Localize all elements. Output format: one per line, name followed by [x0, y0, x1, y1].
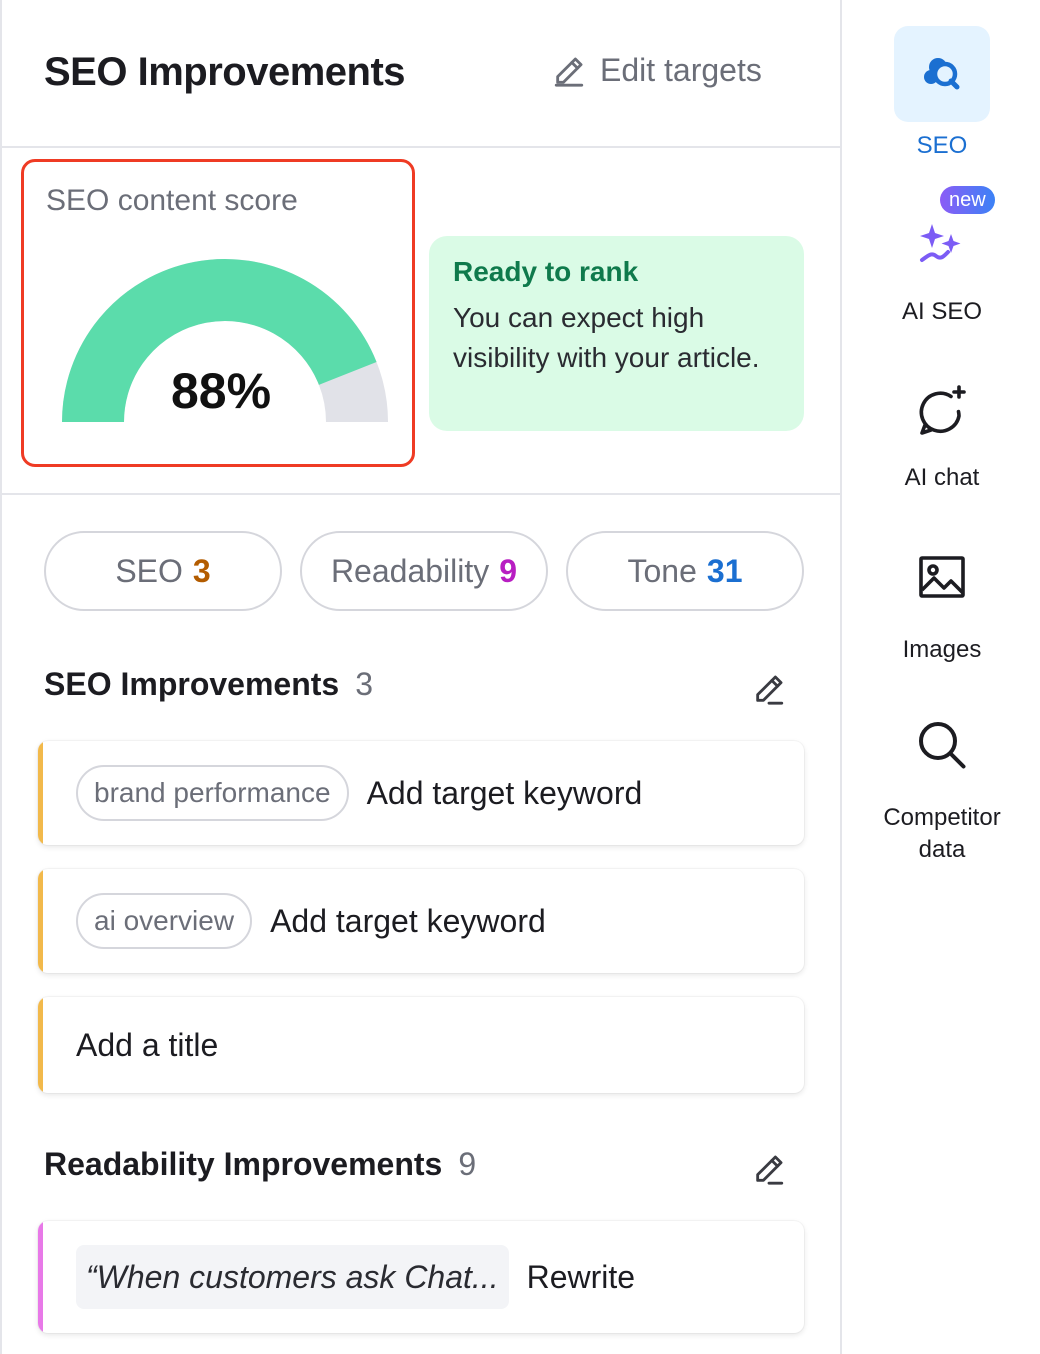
edit-targets-label: Edit targets [600, 52, 762, 88]
score-label: SEO content score [46, 184, 298, 217]
rank-text: You can expect high visibility with your… [453, 302, 760, 373]
sidebar-label: AI chat [904, 464, 980, 491]
chat-icon [919, 385, 966, 435]
section-title: Readability Improvements [44, 1146, 443, 1182]
sidebar-label: AI SEO [901, 298, 983, 325]
seo-improvement-item[interactable]: brand performance Add target keyword [38, 741, 804, 845]
section-title: SEO Improvements [44, 666, 340, 702]
tab-label: Readability [330, 552, 490, 589]
seo-improvement-item[interactable]: ai overview Add target keyword [38, 869, 804, 973]
readability-improvement-item[interactable]: “When customers ask Chat... Rewrite [38, 1221, 804, 1333]
keyword-tag: ai overview [76, 893, 253, 949]
section-count: 9 [458, 1146, 477, 1182]
ready-to-rank-card: Ready to rank You can expect high visibi… [429, 236, 804, 431]
tab-label: SEO [115, 552, 183, 589]
seo-improvements-header: SEO Improvements 3 [44, 666, 373, 703]
tab-count: 3 [192, 552, 211, 589]
category-tabs: SEO 3 Readability 9 Tone 31 [44, 531, 804, 611]
rank-title: Ready to rank [453, 256, 639, 287]
tab-count: 9 [499, 552, 518, 589]
pencil-icon [554, 57, 584, 87]
sidebar-item-ai-seo[interactable]: AI SEO [844, 218, 1040, 328]
tab-seo[interactable]: SEO 3 [44, 531, 282, 611]
tab-label: Tone [627, 552, 697, 589]
quoted-sentence: “When customers ask Chat... [76, 1245, 509, 1309]
seo-content-score-card[interactable]: SEO content score 88% [21, 159, 415, 467]
seo-icon-box [894, 26, 990, 122]
new-badge: new [940, 186, 995, 214]
sidebar-item-seo[interactable]: SEO [844, 26, 1040, 162]
improvement-text: Add target keyword [366, 774, 643, 811]
seo-improvement-item[interactable]: Add a title [38, 997, 804, 1093]
edit-seo-improvements-icon[interactable] [752, 672, 786, 706]
sparkles-icon [920, 224, 961, 262]
improvement-text: Add a title [76, 1026, 219, 1063]
edit-targets-button[interactable]: Edit targets [552, 52, 762, 89]
tab-readability[interactable]: Readability 9 [300, 531, 548, 611]
tab-count: 31 [706, 552, 743, 589]
keyword-tag: brand performance [76, 765, 349, 821]
edit-readability-improvements-icon[interactable] [752, 1152, 786, 1186]
page-title: SEO Improvements [44, 50, 406, 94]
sidebar-label: SEO [916, 132, 968, 159]
readability-improvements-header: Readability Improvements 9 [44, 1146, 476, 1183]
sidebar-label: Images [902, 636, 982, 663]
score-row: SEO content score 88% Ready to rank You … [2, 150, 842, 495]
sidebar-label: Competitor data [883, 804, 1001, 863]
sidebar-item-images[interactable]: Images [844, 554, 1040, 666]
sidebar-item-competitor-data[interactable]: Competitor data [844, 720, 1040, 866]
panel-header: SEO Improvements Edit targets [2, 0, 842, 148]
tab-tone[interactable]: Tone 31 [566, 531, 804, 611]
improvement-text: Add target keyword [270, 902, 546, 939]
score-value: 88% [170, 363, 272, 419]
seo-icon [924, 58, 960, 90]
seo-panel: SEO Improvements Edit targets SEO conten… [0, 0, 842, 1354]
sidebar-item-ai-chat[interactable]: AI chat [844, 384, 1040, 494]
right-sidebar: SEO new AI SEO AI chat Images Competitor… [844, 0, 1040, 1354]
search-icon [919, 722, 966, 769]
rewrite-action[interactable]: Rewrite [527, 1259, 635, 1296]
section-count: 3 [355, 666, 373, 702]
image-icon [919, 556, 965, 598]
